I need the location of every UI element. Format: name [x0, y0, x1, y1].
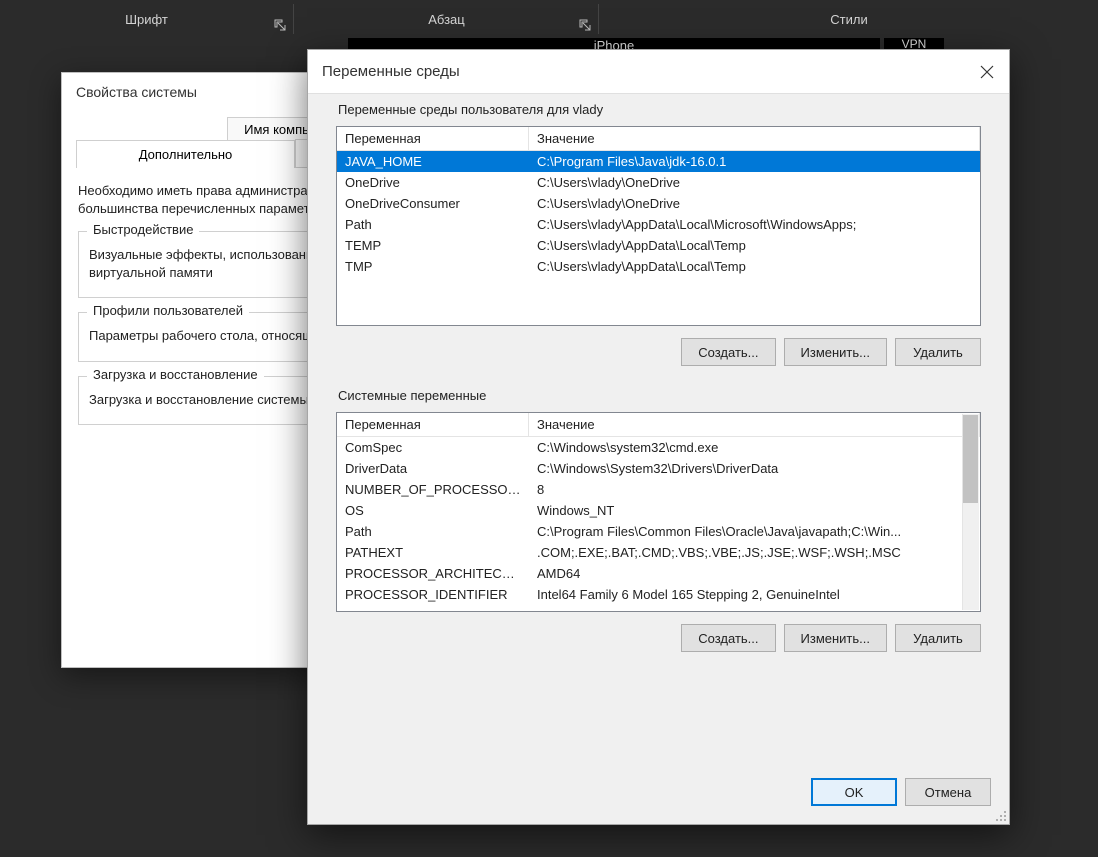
var-name-cell: PROCESSOR_IDENTIFIER [337, 584, 529, 605]
var-name-cell: PROCESSOR_ARCHITECTU... [337, 563, 529, 584]
var-value-cell: .COM;.EXE;.BAT;.CMD;.VBS;.VBE;.JS;.JSE;.… [529, 542, 980, 563]
ok-button[interactable]: OK [811, 778, 897, 806]
font-dialog-launcher-icon[interactable] [273, 18, 287, 32]
var-value-cell: C:\Users\vlady\AppData\Local\Temp [529, 235, 980, 256]
table-row[interactable]: PathC:\Users\vlady\AppData\Local\Microso… [337, 214, 980, 235]
paragraph-dialog-launcher-icon[interactable] [578, 18, 592, 32]
var-name-cell: DriverData [337, 458, 529, 479]
table-row[interactable]: PROCESSOR_ARCHITECTU...AMD64 [337, 563, 980, 584]
system-create-button[interactable]: Создать... [681, 624, 775, 652]
resize-grip-icon[interactable] [991, 806, 1007, 822]
env-title: Переменные среды [322, 63, 460, 80]
system-delete-button[interactable]: Удалить [895, 624, 981, 652]
ribbon-separator [293, 4, 294, 34]
table-row[interactable]: PathC:\Program Files\Common Files\Oracle… [337, 521, 980, 542]
ribbon-group-paragraph-label: Абзац [428, 12, 464, 27]
user-create-button[interactable]: Создать... [681, 338, 775, 366]
table-row[interactable]: NUMBER_OF_PROCESSORS8 [337, 479, 980, 500]
var-name-cell: OneDrive [337, 172, 529, 193]
var-value-cell: C:\Users\vlady\AppData\Local\Microsoft\W… [529, 214, 980, 235]
user-delete-button[interactable]: Удалить [895, 338, 981, 366]
var-value-cell: 8 [529, 479, 980, 500]
table-row[interactable]: TEMPC:\Users\vlady\AppData\Local\Temp [337, 235, 980, 256]
var-value-cell: Intel64 Family 6 Model 165 Stepping 2, G… [529, 584, 980, 605]
table-row[interactable]: DriverDataC:\Windows\System32\Drivers\Dr… [337, 458, 980, 479]
scrollbar-thumb[interactable] [963, 415, 978, 503]
var-name-cell: NUMBER_OF_PROCESSORS [337, 479, 529, 500]
user-vars-header: Переменная Значение [337, 127, 980, 151]
col-value-header[interactable]: Значение [529, 413, 980, 436]
ribbon-group-styles: Стили [600, 0, 1098, 38]
environment-variables-dialog: Переменные среды Переменные среды пользо… [307, 49, 1010, 825]
var-value-cell: C:\Windows\system32\cmd.exe [529, 437, 980, 458]
col-value-header[interactable]: Значение [529, 127, 980, 150]
var-value-cell: C:\Program Files\Common Files\Oracle\Jav… [529, 521, 980, 542]
ribbon-group-paragraph: Абзац [295, 0, 598, 38]
ribbon-group-styles-label: Стили [830, 12, 867, 27]
system-vars-scrollbar[interactable] [962, 414, 979, 610]
table-row[interactable]: PROCESSOR_IDENTIFIERIntel64 Family 6 Mod… [337, 584, 980, 605]
system-vars-header: Переменная Значение [337, 413, 980, 437]
var-value-cell: C:\Users\vlady\AppData\Local\Temp [529, 256, 980, 277]
system-vars-legend: Системные переменные [332, 388, 492, 403]
user-vars-legend: Переменные среды пользователя для vlady [332, 102, 609, 117]
var-name-cell: TMP [337, 256, 529, 277]
cancel-button[interactable]: Отмена [905, 778, 991, 806]
system-properties-title: Свойства системы [76, 84, 197, 100]
var-value-cell: C:\Windows\System32\Drivers\DriverData [529, 458, 980, 479]
var-name-cell: Path [337, 214, 529, 235]
table-row[interactable]: JAVA_HOMEC:\Program Files\Java\jdk-16.0.… [337, 151, 980, 172]
var-value-cell: C:\Users\vlady\OneDrive [529, 193, 980, 214]
var-name-cell: TEMP [337, 235, 529, 256]
table-row[interactable]: TMPC:\Users\vlady\AppData\Local\Temp [337, 256, 980, 277]
ribbon-group-font-label: Шрифт [125, 12, 168, 27]
table-row[interactable]: PATHEXT.COM;.EXE;.BAT;.CMD;.VBS;.VBE;.JS… [337, 542, 980, 563]
table-row[interactable]: OSWindows_NT [337, 500, 980, 521]
col-variable-header[interactable]: Переменная [337, 127, 529, 150]
var-value-cell: AMD64 [529, 563, 980, 584]
ribbon-bar: Шрифт Абзац Стили [0, 0, 1098, 38]
var-value-cell: Windows_NT [529, 500, 980, 521]
var-name-cell: ComSpec [337, 437, 529, 458]
var-value-cell: C:\Program Files\Java\jdk-16.0.1 [529, 151, 980, 172]
var-name-cell: OS [337, 500, 529, 521]
var-name-cell: OneDriveConsumer [337, 193, 529, 214]
table-row[interactable]: OneDriveConsumerC:\Users\vlady\OneDrive [337, 193, 980, 214]
tab-advanced[interactable]: Дополнительно [76, 140, 295, 168]
system-vars-section: Системные переменные Переменная Значение… [326, 398, 991, 666]
table-row[interactable]: ComSpecC:\Windows\system32\cmd.exe [337, 437, 980, 458]
var-name-cell: JAVA_HOME [337, 151, 529, 172]
user-vars-section: Переменные среды пользователя для vlady … [326, 112, 991, 380]
system-vars-table[interactable]: Переменная Значение ComSpecC:\Windows\sy… [336, 412, 981, 612]
performance-legend: Быстродействие [87, 222, 199, 237]
close-icon [980, 65, 994, 79]
ribbon-separator [598, 4, 599, 34]
col-variable-header[interactable]: Переменная [337, 413, 529, 436]
user-profiles-legend: Профили пользователей [87, 303, 249, 318]
var-name-cell: Path [337, 521, 529, 542]
var-name-cell: PATHEXT [337, 542, 529, 563]
ribbon-group-font: Шрифт [0, 0, 293, 38]
boot-recovery-legend: Загрузка и восстановление [87, 367, 264, 382]
user-edit-button[interactable]: Изменить... [784, 338, 887, 366]
env-titlebar[interactable]: Переменные среды [308, 50, 1009, 94]
var-value-cell: C:\Users\vlady\OneDrive [529, 172, 980, 193]
system-edit-button[interactable]: Изменить... [784, 624, 887, 652]
close-button[interactable] [965, 50, 1009, 94]
table-row[interactable]: OneDriveC:\Users\vlady\OneDrive [337, 172, 980, 193]
user-vars-table[interactable]: Переменная Значение JAVA_HOMEC:\Program … [336, 126, 981, 326]
